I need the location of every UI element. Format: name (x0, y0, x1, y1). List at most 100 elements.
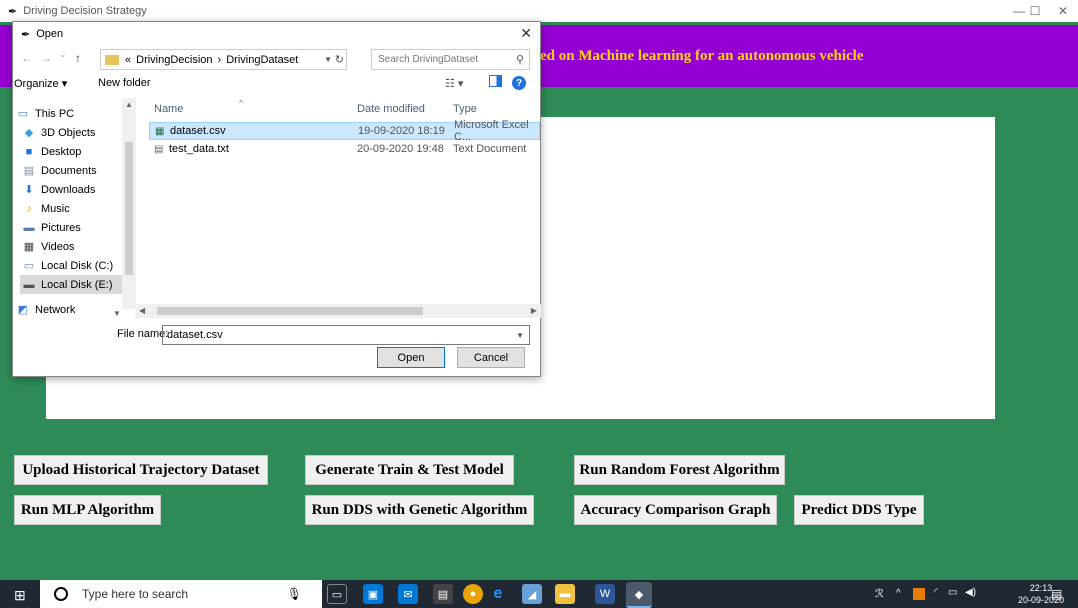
nav-item-label: Local Disk (E:) (41, 278, 113, 291)
nav-collapse-chevron-icon[interactable]: ▼ (113, 309, 121, 318)
nav-item-local-disk-e[interactable]: ▬ Local Disk (E:) (20, 275, 124, 294)
nav-item-label: Desktop (41, 145, 82, 158)
microphone-icon[interactable]: 🎙 (287, 587, 302, 601)
navigation-pane: ▭ This PC ◆ 3D Objects ■ Desktop ▤ Docum… (14, 98, 135, 320)
chevron-down-icon[interactable]: ▼ (324, 55, 332, 64)
generate-model-button[interactable]: Generate Train & Test Model (305, 455, 514, 485)
app-title: ed on Machine learning for an autonomous… (540, 48, 864, 64)
upload-dataset-button[interactable]: Upload Historical Trajectory Dataset (14, 455, 268, 485)
cortana-icon (54, 587, 68, 601)
run-dds-genetic-button[interactable]: Run DDS with Genetic Algorithm (305, 495, 534, 525)
nav-item-network[interactable]: ◩ Network (16, 300, 76, 319)
taskbar-search[interactable]: Type here to search 🎙 (40, 580, 322, 608)
navigation-pane-scrollbar[interactable]: ▲ (122, 98, 136, 309)
feather-icon: ✒ (8, 5, 18, 18)
file-list-horizontal-scrollbar[interactable]: ◀ ▶ (135, 304, 541, 318)
accuracy-graph-button[interactable]: Accuracy Comparison Graph (574, 495, 777, 525)
pictures-icon: ▬ (23, 221, 35, 234)
nav-item-documents[interactable]: ▤ Documents (22, 161, 97, 180)
up-arrow-icon[interactable]: ↑ (75, 51, 81, 65)
nav-item-pictures[interactable]: ▬ Pictures (22, 218, 81, 237)
open-button[interactable]: Open (377, 347, 445, 368)
network-icon: ◩ (17, 304, 29, 316)
nav-item-music[interactable]: ♪ Music (22, 199, 69, 218)
file-row[interactable]: ▤ test_data.txt 20-09-2020 19:48 Text Do… (149, 140, 540, 158)
edge-icon[interactable]: e (488, 584, 508, 604)
scrollbar-thumb[interactable] (157, 307, 423, 315)
nav-item-downloads[interactable]: ⬇ Downloads (22, 180, 95, 199)
refresh-icon[interactable]: ↻ (335, 53, 344, 66)
breadcrumb-drivingdataset[interactable]: DrivingDataset (226, 54, 298, 66)
nav-item-label: Downloads (41, 183, 96, 196)
file-list-header: Name ^ Date modified Type (144, 98, 540, 120)
folder-icon (105, 54, 119, 65)
file-name: dataset.csv (170, 125, 226, 137)
predict-dds-button[interactable]: Predict DDS Type (794, 495, 924, 525)
nav-item-local-disk-c[interactable]: ▭ Local Disk (C:) (22, 256, 113, 275)
windows-start-icon[interactable]: ⊞ (14, 587, 26, 604)
chevron-down-icon[interactable]: ▼ (516, 331, 524, 340)
store-icon[interactable]: ▣ (363, 584, 383, 604)
dialog-navigation-bar: ← → ⌄ ↑ « DrivingDecision › DrivingDatas… (13, 46, 540, 72)
word-icon[interactable]: W (595, 584, 615, 604)
back-arrow-icon[interactable]: ← (21, 51, 33, 65)
volume-icon[interactable]: ◀) (965, 587, 976, 598)
people-icon[interactable]: ℛ (875, 587, 884, 600)
nav-item-label: Documents (41, 164, 97, 177)
cancel-button[interactable]: Cancel (457, 347, 525, 368)
file-explorer-icon[interactable]: ▬ (555, 584, 575, 604)
preview-pane-icon[interactable] (489, 75, 502, 87)
scrollbar-thumb[interactable] (125, 142, 133, 275)
file-name-label: File name: (117, 328, 169, 340)
address-bar[interactable]: « DrivingDecision › DrivingDataset ▼ ↻ (100, 49, 347, 70)
forward-arrow-icon[interactable]: → (40, 51, 52, 65)
run-mlp-button[interactable]: Run MLP Algorithm (14, 495, 161, 525)
python-icon[interactable]: ◆ (626, 582, 652, 608)
search-box[interactable]: ⚲ (371, 49, 530, 70)
nav-item-3d-objects[interactable]: ◆ 3D Objects (22, 123, 96, 142)
nav-item-videos[interactable]: ▦ Videos (22, 237, 75, 256)
column-type-header[interactable]: Type (453, 103, 477, 115)
file-name-field[interactable]: dataset.csv ▼ (162, 325, 530, 345)
battery-icon[interactable]: ▭ (948, 587, 957, 598)
music-icon: ♪ (26, 202, 32, 215)
drive-icon: ▭ (23, 260, 35, 272)
close-button[interactable]: ✕ (1046, 0, 1078, 22)
column-date-header[interactable]: Date modified (357, 103, 425, 115)
file-type: Text Document (453, 143, 527, 155)
terminal-icon[interactable]: ▤ (433, 584, 453, 604)
recent-locations-icon[interactable]: ⌄ (59, 49, 67, 60)
new-folder-button[interactable]: New folder (98, 77, 151, 89)
app-icon[interactable]: ◢ (522, 584, 542, 604)
help-icon[interactable]: ? (512, 76, 526, 90)
tray-app-icon[interactable] (913, 588, 925, 600)
drive-icon: ▬ (23, 278, 35, 291)
search-icon[interactable]: ⚲ (516, 53, 524, 66)
text-file-icon: ▤ (154, 143, 164, 155)
chrome-icon[interactable]: ● (463, 584, 483, 604)
task-view-icon[interactable]: ▭ (327, 584, 347, 604)
view-options-icon[interactable]: ☷ ▾ (445, 77, 463, 90)
search-input[interactable] (378, 54, 508, 65)
mail-icon[interactable]: ✉ (398, 584, 418, 604)
computer-icon: ▭ (17, 108, 29, 120)
breadcrumb-overflow[interactable]: « (125, 54, 131, 66)
file-name-value[interactable]: dataset.csv (167, 329, 223, 341)
run-random-forest-button[interactable]: Run Random Forest Algorithm (574, 455, 785, 485)
notification-icon[interactable]: ▤ (1051, 587, 1062, 601)
organize-menu[interactable]: Organize ▾ (14, 77, 67, 90)
dialog-close-button[interactable]: ✕ (520, 25, 532, 42)
file-row[interactable]: ▦ dataset.csv 19-09-2020 18:19 Microsoft… (149, 119, 540, 143)
wifi-icon[interactable]: ◜ (934, 587, 938, 598)
scroll-up-icon[interactable]: ▲ (125, 100, 133, 109)
nav-item-this-pc[interactable]: ▭ This PC (16, 104, 74, 123)
nav-item-desktop[interactable]: ■ Desktop (22, 142, 82, 161)
open-file-dialog: ✒ Open ✕ ← → ⌄ ↑ « DrivingDecision › Dri… (12, 21, 541, 377)
scroll-right-icon[interactable]: ▶ (531, 306, 537, 315)
file-name: test_data.txt (169, 143, 229, 155)
videos-icon: ▦ (23, 241, 35, 253)
breadcrumb-drivingdecision[interactable]: DrivingDecision (136, 54, 212, 66)
chevron-up-icon[interactable]: ^ (896, 588, 901, 599)
scroll-left-icon[interactable]: ◀ (139, 306, 145, 315)
column-name-header[interactable]: Name (154, 103, 183, 115)
